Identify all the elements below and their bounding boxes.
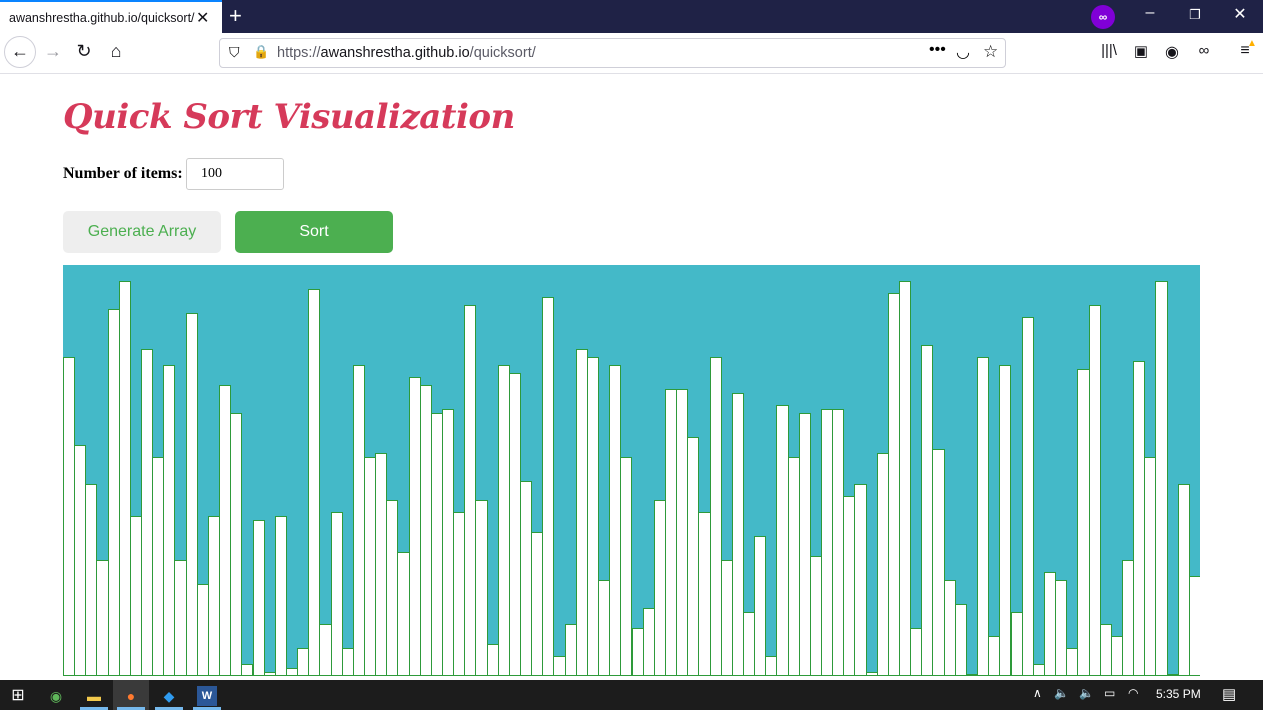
account-icon[interactable]: ◉	[1161, 42, 1183, 62]
url-text: https://awanshrestha.github.io/quicksort…	[277, 45, 536, 61]
shield-icon[interactable]: ⛉	[229, 44, 240, 61]
array-bar	[252, 520, 265, 676]
windows-start-icon[interactable]: ⊞	[8, 686, 28, 706]
new-tab-icon[interactable]: +	[229, 3, 242, 29]
back-arrow-icon[interactable]: ←	[9, 41, 31, 62]
array-bar	[542, 296, 555, 676]
array-bar	[954, 604, 967, 676]
page-title: Quick Sort Visualization	[63, 97, 515, 137]
restore-icon[interactable]: ❐	[1180, 7, 1210, 23]
close-tab-icon[interactable]: ✕	[196, 8, 209, 28]
sort-button[interactable]: Sort	[235, 211, 393, 253]
array-bar	[977, 356, 990, 676]
taskbar	[0, 680, 1263, 710]
window-close-icon[interactable]: ✕	[1225, 4, 1255, 24]
array-bar	[1088, 304, 1101, 676]
array-bar	[1188, 576, 1200, 676]
speaker-icon[interactable]: 🔈	[1054, 686, 1069, 700]
warning-icon: ▲	[1247, 38, 1257, 49]
array-bar	[854, 484, 867, 676]
array-bar	[230, 412, 243, 676]
tab-title: awanshrestha.github.io/quicksort/	[9, 11, 195, 25]
array-bar	[1021, 316, 1034, 676]
array-bar	[308, 288, 321, 676]
notification-icon[interactable]: ▤	[1222, 685, 1236, 703]
array-bar	[899, 281, 912, 676]
forward-icon[interactable]: →	[42, 41, 64, 62]
tray-chevron-icon[interactable]: ∧	[1033, 686, 1042, 700]
word-icon[interactable]: W	[197, 686, 217, 706]
home-icon[interactable]: ⌂	[105, 41, 127, 62]
speaker-icon-2[interactable]: 🔈	[1079, 686, 1094, 700]
wifi-icon[interactable]: ◠	[1128, 686, 1138, 700]
extension-icon[interactable]: ∞	[1193, 42, 1215, 59]
minimize-icon[interactable]: –	[1135, 4, 1165, 22]
file-explorer-icon[interactable]: ▬	[84, 686, 104, 706]
taskbar-clock[interactable]: 5:35 PM	[1156, 687, 1201, 701]
vscode-icon[interactable]: ◆	[159, 686, 179, 706]
items-input[interactable]	[186, 158, 284, 190]
battery-icon[interactable]: ▭	[1104, 686, 1115, 700]
tab-quicksort[interactable]: awanshrestha.github.io/quicksort/ ✕	[0, 0, 222, 33]
array-bar	[274, 516, 287, 676]
items-label: Number of items:	[63, 165, 183, 182]
bar-chart	[63, 265, 1200, 676]
library-icon[interactable]: |||\	[1098, 42, 1120, 59]
reload-icon[interactable]: ↻	[73, 41, 95, 62]
private-browsing-icon: ∞	[1091, 5, 1115, 29]
firefox-icon[interactable]: ●	[121, 686, 141, 706]
sidebar-icon[interactable]: ▣	[1130, 42, 1152, 60]
more-actions-icon[interactable]: •••	[929, 41, 946, 59]
array-bar	[1155, 281, 1168, 676]
array-bar	[754, 536, 767, 676]
generate-array-button[interactable]: Generate Array	[63, 211, 221, 253]
pocket-icon[interactable]: ◡	[956, 42, 970, 62]
edge-icon[interactable]: ◉	[46, 686, 66, 706]
bookmark-star-icon[interactable]: ☆	[983, 42, 998, 62]
url-bar[interactable]: ⛉ 🔒 https://awanshrestha.github.io/quick…	[219, 38, 1006, 68]
lock-icon[interactable]: 🔒	[253, 44, 269, 60]
